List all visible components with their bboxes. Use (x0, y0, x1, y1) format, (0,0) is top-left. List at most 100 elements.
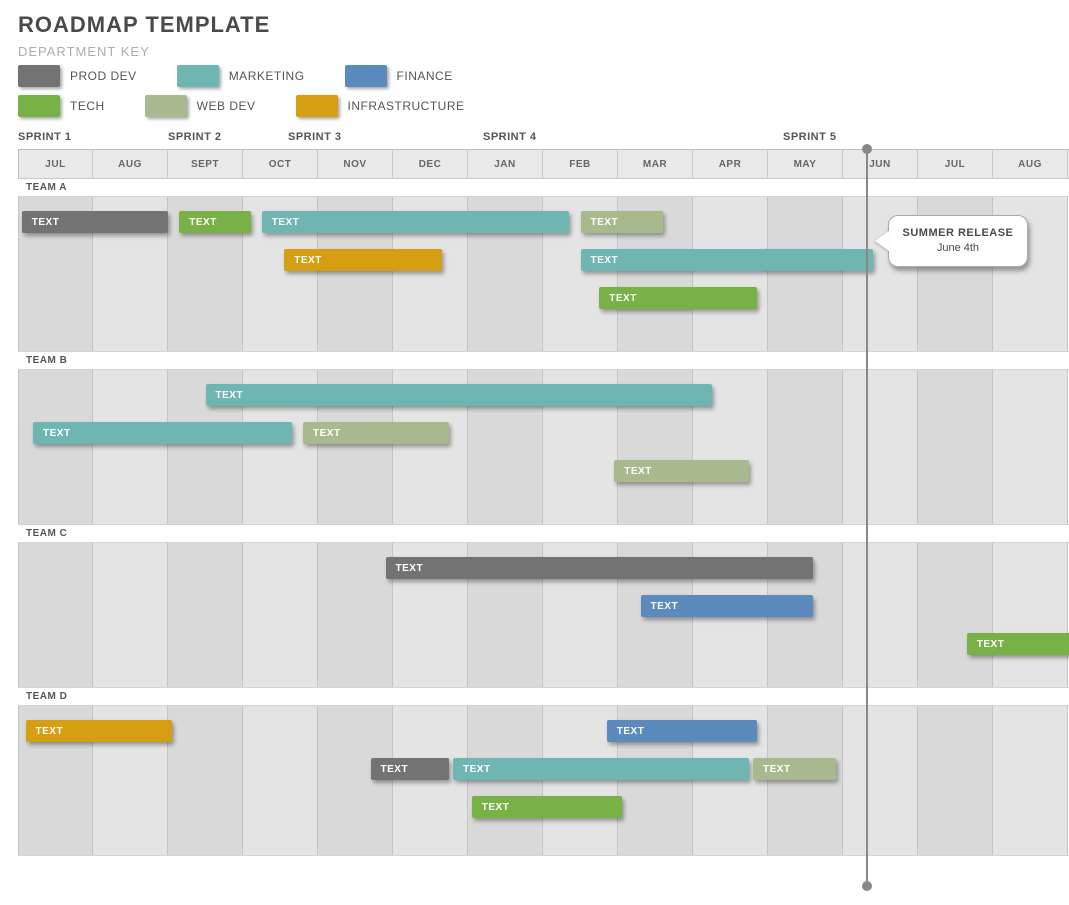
grid-column (693, 197, 768, 351)
team-label: TEAM A (18, 179, 1069, 197)
grid-column (768, 370, 843, 524)
sprint-label: SPRINT 5 (783, 131, 837, 143)
grid-column (993, 543, 1068, 687)
legend-item: FINANCE (345, 65, 453, 87)
task-bar[interactable]: TEXT (641, 595, 814, 617)
legend-item: PROD DEV (18, 65, 137, 87)
month-cell: JUL (18, 150, 93, 178)
grid-column (18, 543, 93, 687)
sprint-label: SPRINT 3 (288, 131, 342, 143)
grid-column (318, 706, 393, 855)
grid-column (318, 543, 393, 687)
task-bar[interactable]: TEXT (284, 249, 442, 271)
task-bar[interactable]: TEXT (386, 557, 814, 579)
task-bar[interactable]: TEXT (206, 384, 712, 406)
roadmap-chart: SPRINT 1 SPRINT 2 SPRINT 3 SPRINT 4 SPRINT 5… (18, 131, 1069, 856)
grid-column (243, 543, 318, 687)
team-label: TEAM D (18, 688, 1069, 706)
legend-label: PROD DEV (70, 69, 137, 83)
grid-column (843, 370, 918, 524)
grid-column (768, 706, 843, 855)
grid-column (843, 706, 918, 855)
legend-item: WEB DEV (145, 95, 256, 117)
legend-item: TECH (18, 95, 105, 117)
grid-column (918, 543, 993, 687)
month-cell: SEPT (168, 150, 243, 178)
sprint-label: SPRINT 4 (483, 131, 537, 143)
month-cell: AUG (993, 150, 1068, 178)
grid-column (768, 197, 843, 351)
grid-column (93, 370, 168, 524)
month-cell: JAN (468, 150, 543, 178)
task-bar[interactable]: TEXT (599, 287, 757, 309)
task-bar[interactable]: TEXT (753, 758, 836, 780)
legend-swatch (18, 95, 60, 117)
grid-column (243, 706, 318, 855)
sprint-label: SPRINT 1 (18, 131, 72, 143)
month-cell: MAY (768, 150, 843, 178)
task-bar[interactable]: TEXT (453, 758, 749, 780)
month-cell: JUL (918, 150, 993, 178)
task-bar[interactable]: TEXT (614, 460, 749, 482)
now-line-dot-bottom (862, 881, 872, 891)
grid-column (393, 706, 468, 855)
task-bar[interactable]: TEXT (967, 633, 1069, 655)
task-bar[interactable]: TEXT (371, 758, 450, 780)
legend-item: MARKETING (177, 65, 305, 87)
legend-label: MARKETING (229, 69, 305, 83)
legend-swatch (18, 65, 60, 87)
grid-column (18, 370, 93, 524)
months-header: JULAUGSEPTOCTNOVDECJANFEBMARAPRMAYJUNJUL… (18, 149, 1069, 179)
legend-label: INFRASTRUCTURE (348, 99, 465, 113)
task-bar[interactable]: TEXT (22, 211, 168, 233)
task-bar[interactable]: TEXT (33, 422, 292, 444)
legend-row: TECH WEB DEV INFRASTRUCTURE (18, 95, 1069, 117)
month-cell: APR (693, 150, 768, 178)
grid-column (468, 706, 543, 855)
grid-column (918, 706, 993, 855)
grid-column (918, 370, 993, 524)
legend-heading: DEPARTMENT KEY (18, 44, 1069, 59)
legend-label: TECH (70, 99, 105, 113)
month-cell: AUG (93, 150, 168, 178)
legend: PROD DEV MARKETING FINANCE TECH WEB DEV INFR… (18, 65, 1069, 117)
legend-item: INFRASTRUCTURE (296, 95, 465, 117)
month-cell: JUN (843, 150, 918, 178)
legend-swatch (345, 65, 387, 87)
grid-column (843, 543, 918, 687)
month-cell: NOV (318, 150, 393, 178)
page-title: ROADMAP TEMPLATE (18, 12, 1069, 38)
legend-label: WEB DEV (197, 99, 256, 113)
callout-title: SUMMER RELEASE (903, 226, 1014, 241)
legend-label: FINANCE (397, 69, 453, 83)
month-cell: FEB (543, 150, 618, 178)
task-bar[interactable]: TEXT (262, 211, 570, 233)
team-zone: TEXTTEXTTEXTTEXTTEXTTEXT (18, 706, 1069, 856)
month-cell: DEC (393, 150, 468, 178)
month-cell: MAR (618, 150, 693, 178)
team-zone: TEXT TEXT TEXT (18, 543, 1069, 688)
callout-subtitle: June 4th (903, 241, 1014, 256)
task-bar[interactable]: TEXT (581, 211, 664, 233)
task-bar[interactable]: TEXT (26, 720, 172, 742)
legend-row: PROD DEV MARKETING FINANCE (18, 65, 1069, 87)
legend-swatch (177, 65, 219, 87)
task-bar[interactable]: TEXT (472, 796, 622, 818)
month-cell: OCT (243, 150, 318, 178)
task-bar[interactable]: TEXT (607, 720, 757, 742)
grid-column (168, 706, 243, 855)
grid-column (93, 543, 168, 687)
sprint-labels: SPRINT 1 SPRINT 2 SPRINT 3 SPRINT 4 SPRINT 5 (18, 131, 1069, 149)
sprint-label: SPRINT 2 (168, 131, 222, 143)
legend-swatch (145, 95, 187, 117)
legend-swatch (296, 95, 338, 117)
team-label: TEAM C (18, 525, 1069, 543)
task-bar[interactable]: TEXT (303, 422, 449, 444)
grid-column (993, 706, 1068, 855)
grid-column (993, 370, 1068, 524)
task-bar[interactable]: TEXT (581, 249, 874, 271)
task-bar[interactable]: TEXT (179, 211, 250, 233)
teams-container: TEAM ATEXTTEXTTEXTTEXTTEXTTEXTTEXTTEAM B… (18, 179, 1069, 856)
release-callout: SUMMER RELEASE June 4th (888, 215, 1029, 267)
team-label: TEAM B (18, 352, 1069, 370)
